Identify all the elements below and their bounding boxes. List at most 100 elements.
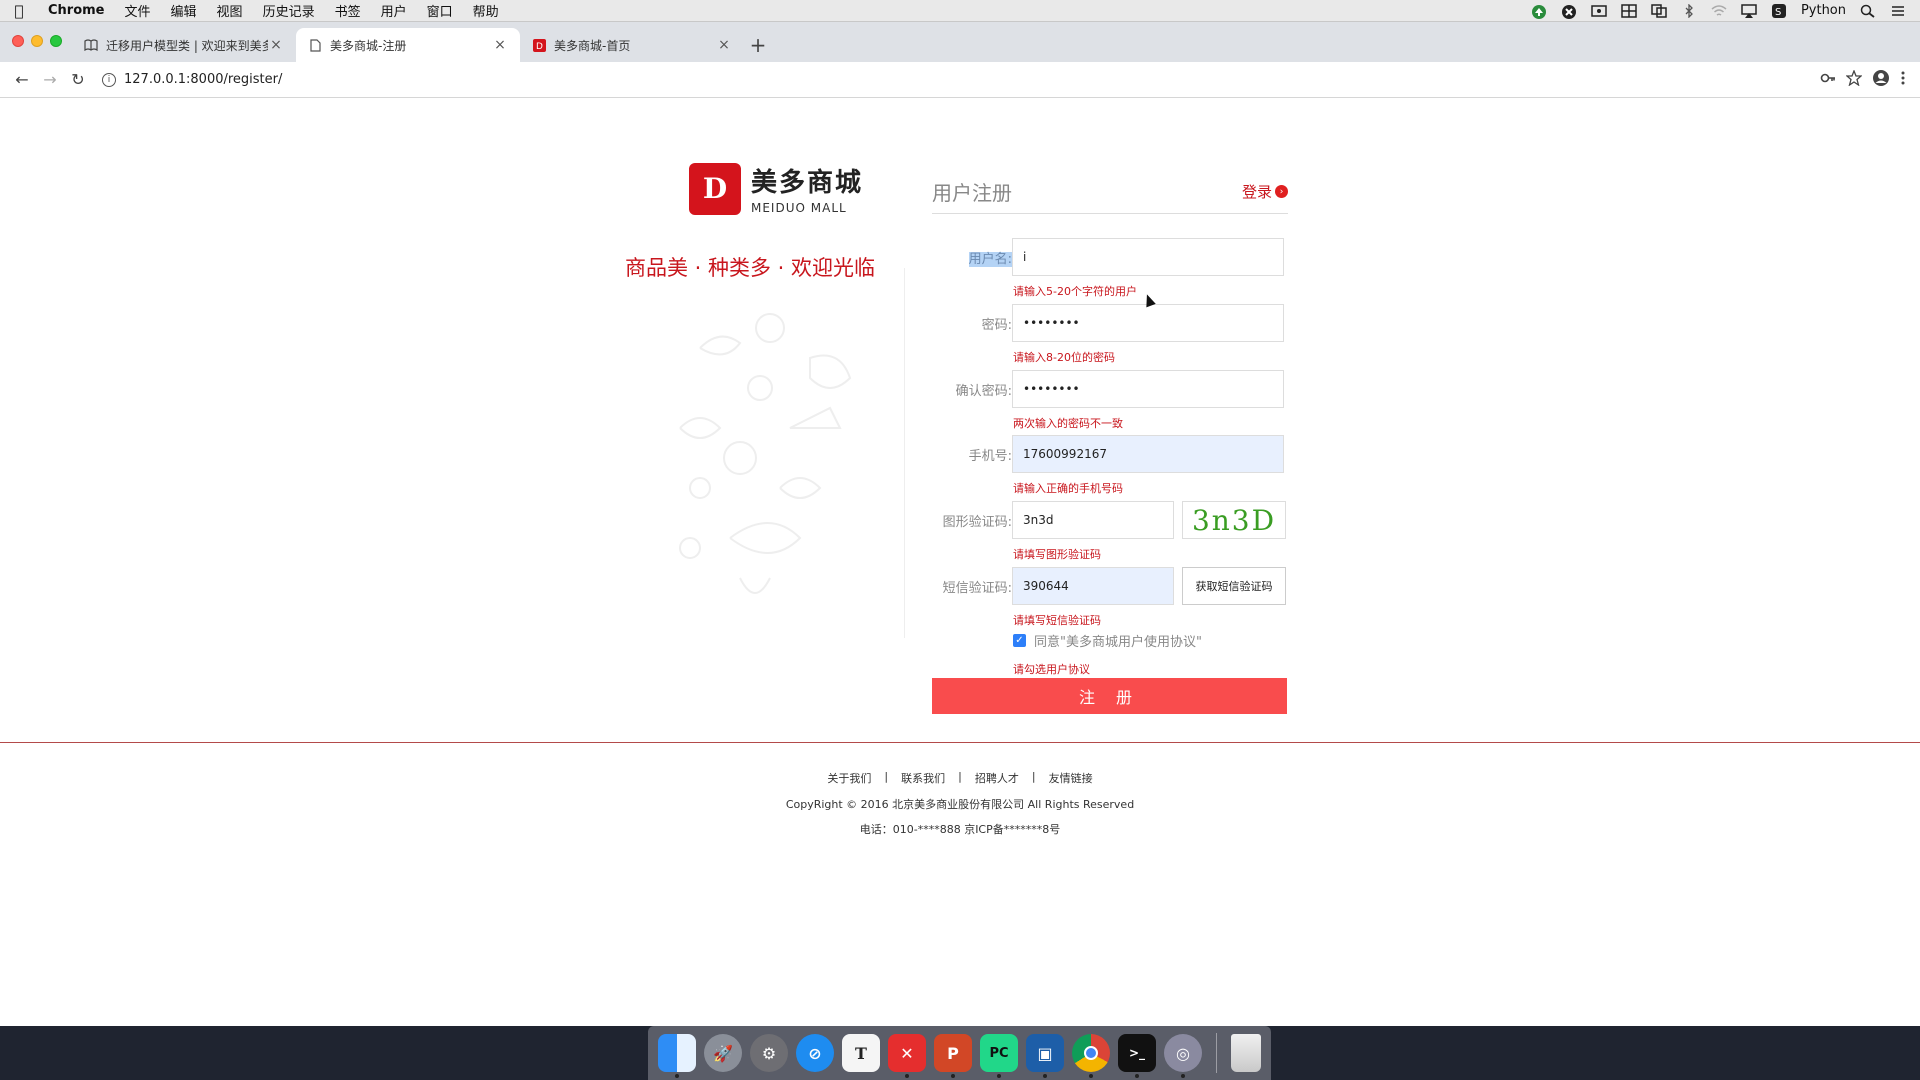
- new-tab-button[interactable]: +: [744, 28, 772, 62]
- brand-logo[interactable]: D 美多商城 MEIDUO MALL: [689, 162, 863, 215]
- xmind-icon[interactable]: ✕: [888, 1034, 926, 1078]
- spotlight-search-icon[interactable]: [1860, 4, 1876, 18]
- phone-text: 电话：010-****888 京ICP备*******8号: [859, 823, 1061, 836]
- login-link[interactable]: 登录 ›: [1242, 181, 1288, 202]
- tab-home[interactable]: D 美多商城-首页 ×: [520, 28, 744, 62]
- agreement-checkbox[interactable]: ✓: [1013, 634, 1026, 647]
- chrome-icon[interactable]: [1072, 1034, 1110, 1078]
- upload-icon[interactable]: [1531, 4, 1547, 19]
- notification-center-icon[interactable]: [1890, 4, 1906, 18]
- register-title: 用户注册: [932, 181, 1012, 205]
- minimize-window-button[interactable]: [31, 35, 43, 47]
- copy-icon[interactable]: [1651, 3, 1667, 18]
- finder-icon[interactable]: [658, 1034, 696, 1078]
- sms-code-error: 请填写短信验证码: [1013, 614, 1101, 627]
- menu-edit[interactable]: 编辑: [161, 1, 207, 20]
- footer-links: 关于我们 | 联系我们 | 招聘人才 | 友情链接: [0, 770, 1920, 786]
- forward-arrow-icon[interactable]: →: [36, 66, 64, 94]
- menu-history[interactable]: 历史记录: [253, 1, 325, 20]
- password-error: 请输入8-20位的密码: [1013, 351, 1115, 364]
- footer-separator: |: [1031, 770, 1036, 783]
- get-sms-code-button[interactable]: 获取短信验证码: [1182, 567, 1286, 605]
- menu-window[interactable]: 窗口: [417, 1, 463, 20]
- xmind-status-icon[interactable]: [1561, 4, 1577, 19]
- grid-icon[interactable]: [1621, 3, 1637, 18]
- safari-icon[interactable]: ⊘: [796, 1034, 834, 1072]
- trash-icon[interactable]: [1231, 1034, 1261, 1072]
- back-arrow-icon[interactable]: ←: [8, 66, 36, 94]
- login-link-label[interactable]: 登录: [1242, 181, 1272, 202]
- bookmark-star-icon[interactable]: [1845, 68, 1863, 90]
- key-icon[interactable]: [1820, 71, 1836, 89]
- footer-separator: |: [884, 770, 889, 783]
- screen-record-icon[interactable]: [1591, 4, 1607, 18]
- password-input[interactable]: ••••••••: [1012, 304, 1284, 342]
- register-submit-button[interactable]: 注 册: [932, 678, 1287, 714]
- menu-view[interactable]: 视图: [207, 1, 253, 20]
- username-input[interactable]: i: [1012, 238, 1284, 276]
- input-source-label[interactable]: Python: [1801, 3, 1846, 18]
- virtualbox-icon[interactable]: ▣: [1026, 1034, 1064, 1078]
- typora-icon[interactable]: T: [842, 1034, 880, 1072]
- mobile-label: 手机号:: [968, 449, 1012, 464]
- tab-close-icon[interactable]: ×: [716, 37, 732, 53]
- window-controls: [12, 35, 62, 47]
- captcha-image[interactable]: 3n3D: [1182, 501, 1286, 539]
- terminal-icon[interactable]: >_: [1118, 1034, 1156, 1078]
- tab-register[interactable]: 美多商城-注册 ×: [296, 28, 520, 62]
- footer-link-friends[interactable]: 友情链接: [1049, 770, 1093, 786]
- menu-app-name[interactable]: Chrome: [38, 3, 115, 18]
- register-page: D 美多商城 MEIDUO MALL 商品美 · 种类多 · 欢迎光临 用户注册…: [0, 98, 1920, 1026]
- footer-separator: |: [958, 770, 962, 783]
- macos-menu-bar:  Chrome 文件 编辑 视图 历史记录 书签 用户 窗口 帮助 S Pyt…: [0, 0, 1920, 22]
- apple-icon[interactable]: : [0, 2, 38, 20]
- address-bar[interactable]: i 127.0.0.1:8000/register/: [92, 66, 1820, 94]
- svg-text:D: D: [536, 42, 543, 52]
- wifi-icon[interactable]: [1711, 4, 1727, 18]
- status-menus: S Python: [1531, 2, 1920, 19]
- footer-link-about[interactable]: 关于我们: [827, 770, 871, 786]
- copyright-text: CopyRight © 2016 北京美多商业股份有限公司 All Rights…: [785, 798, 1135, 811]
- sms-code-label: 短信验证码:: [942, 581, 1012, 596]
- menu-user[interactable]: 用户: [371, 1, 417, 20]
- close-window-button[interactable]: [12, 35, 24, 47]
- confirm-password-input[interactable]: ••••••••: [1012, 370, 1284, 408]
- agreement-text: 同意"美多商城用户使用协议": [1034, 635, 1202, 650]
- url-text[interactable]: 127.0.0.1:8000/register/: [124, 72, 282, 87]
- footer-link-jobs[interactable]: 招聘人才: [975, 770, 1019, 786]
- profile-avatar-icon[interactable]: [1872, 69, 1890, 91]
- input-source-icon[interactable]: S: [1771, 3, 1787, 18]
- more-menu-icon[interactable]: [1900, 70, 1906, 90]
- bluetooth-icon[interactable]: [1681, 2, 1697, 19]
- register-header: 用户注册 登录 ›: [932, 170, 1288, 214]
- image-code-error: 请填写图形验证码: [1013, 548, 1101, 561]
- browser-window: 迁移用户模型类 | 欢迎来到美多 × 美多商城-注册 × D 美多商城-首页 ×…: [0, 22, 1920, 1026]
- tab-migrate-user-model[interactable]: 迁移用户模型类 | 欢迎来到美多 ×: [72, 28, 296, 62]
- agreement-row: ✓ 同意"美多商城用户使用协议": [1013, 631, 1202, 650]
- system-preferences-icon[interactable]: ⚙: [750, 1034, 788, 1072]
- powerpoint-icon[interactable]: P: [934, 1034, 972, 1078]
- fullscreen-window-button[interactable]: [50, 35, 62, 47]
- reload-icon[interactable]: ↻: [64, 66, 92, 94]
- tab-close-icon[interactable]: ×: [492, 37, 508, 53]
- image-code-input[interactable]: 3n3d: [1012, 501, 1174, 539]
- sms-code-input[interactable]: 390644: [1012, 567, 1174, 605]
- tab-close-icon[interactable]: ×: [268, 37, 284, 53]
- vertical-divider: [904, 268, 905, 638]
- image-code-label: 图形验证码:: [942, 515, 1012, 530]
- meiduo-favicon: D: [532, 38, 546, 52]
- menu-help[interactable]: 帮助: [463, 1, 509, 20]
- password-label: 密码:: [981, 318, 1012, 333]
- mobile-input[interactable]: 17600992167: [1012, 435, 1284, 473]
- menu-bookmarks[interactable]: 书签: [325, 1, 371, 20]
- footer-link-contact[interactable]: 联系我们: [901, 770, 945, 786]
- confirm-password-error: 两次输入的密码不一致: [1013, 417, 1123, 430]
- toolbar-actions: [1820, 68, 1912, 91]
- site-info-icon[interactable]: i: [102, 72, 116, 87]
- launchpad-icon[interactable]: 🚀: [704, 1034, 742, 1072]
- pycharm-icon[interactable]: PC: [980, 1034, 1018, 1078]
- menu-file[interactable]: 文件: [115, 1, 161, 20]
- airplay-icon[interactable]: [1741, 3, 1757, 18]
- photo-app-icon[interactable]: ◎: [1164, 1034, 1202, 1078]
- chevron-right-icon[interactable]: ›: [1275, 185, 1288, 198]
